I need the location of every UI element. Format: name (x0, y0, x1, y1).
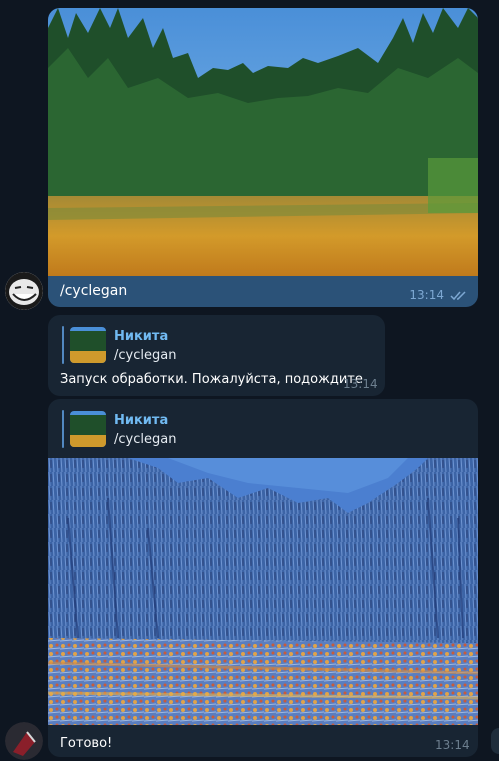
stylized-forest-photo[interactable] (48, 458, 478, 725)
incoming-message[interactable]: Никита /cyclegan Запуск обработки. Пожал… (48, 315, 385, 396)
scroll-down-button[interactable] (491, 728, 499, 754)
bot-avatar[interactable] (5, 272, 43, 310)
message-time: 13:14 (435, 738, 470, 752)
reply-indicator (62, 326, 64, 364)
message-time: 13:14 (409, 288, 444, 302)
message-text: Готово! (60, 736, 113, 751)
bot-avatar[interactable] (5, 722, 43, 760)
reply-thumbnail[interactable] (70, 327, 106, 363)
message-time: 13:14 (343, 377, 378, 391)
avatar-icon (5, 722, 43, 760)
incoming-photo-message[interactable]: Никита /cyclegan Готово! 13:14 (48, 399, 478, 757)
message-text: /cyclegan (60, 283, 128, 299)
message-text: Запуск обработки. Пожалуйста, подождите (60, 372, 363, 387)
read-checkmarks-icon (450, 291, 466, 301)
reply-quoted-text: /cyclegan (114, 432, 177, 447)
outgoing-photo-message[interactable]: /cyclegan 13:14 (48, 8, 478, 307)
reply-sender-name[interactable]: Никита (114, 413, 168, 428)
reply-sender-name[interactable]: Никита (114, 329, 168, 344)
reply-indicator (62, 410, 64, 448)
trollface-icon (5, 272, 43, 310)
reply-quoted-text: /cyclegan (114, 348, 177, 363)
forest-meadow-photo[interactable] (48, 8, 478, 276)
reply-thumbnail[interactable] (70, 411, 106, 447)
